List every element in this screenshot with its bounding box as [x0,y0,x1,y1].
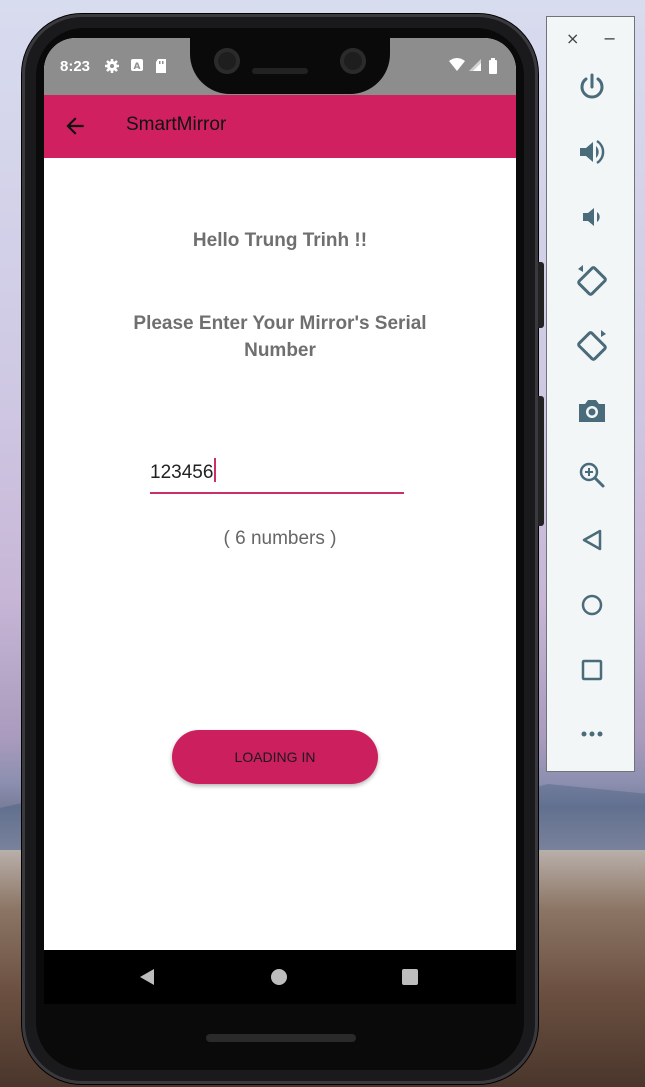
nav-home-icon[interactable] [268,966,290,988]
status-time: 8:23 [60,58,91,75]
system-nav-bar [44,950,516,1004]
serial-number-value[interactable]: 123456 [150,458,217,484]
emulator-controls-panel: × − [546,16,635,772]
app-title: SmartMirror [126,114,227,135]
greeting-text: Hello Trung Trinh !! [192,230,368,251]
cell-signal-icon [468,58,482,76]
status-bar: 8:23 A [44,38,516,95]
settings-status-icon [104,58,120,78]
serial-hint: ( 6 numbers ) [223,528,337,549]
phone-volume-rocker [538,396,544,526]
app-bar: SmartMirror [44,95,516,158]
rotate-right-icon[interactable] [572,326,612,366]
close-panel-button[interactable]: × [566,29,579,49]
camera-icon[interactable] [572,391,612,431]
text-caret [214,458,217,482]
loading-in-button[interactable]: LOADING IN [172,730,378,784]
device-screen: 8:23 A SmartMirror Hello Trung Trinh !! … [44,38,516,1004]
earpiece-speaker [252,68,308,74]
battery-icon [488,58,498,78]
volume-down-icon[interactable] [572,197,612,237]
home-indicator [206,1034,356,1042]
front-camera-left [214,48,240,74]
serial-prompt: Please Enter Your Mirror's Serial Number [133,313,427,361]
back-icon[interactable] [572,520,612,560]
panel-window-controls: × − [547,29,634,49]
serial-number-input[interactable]: 123456 [150,454,404,494]
zoom-icon[interactable] [572,455,612,495]
overview-icon[interactable] [572,650,612,690]
power-icon[interactable] [572,67,612,107]
phone-power-button [538,262,544,328]
svg-text:A: A [134,62,141,72]
minimize-panel-button[interactable]: − [603,29,616,49]
nav-overview-icon[interactable] [399,966,421,988]
more-icon[interactable] [572,714,612,754]
back-arrow-icon[interactable] [62,113,88,139]
camera-notch [190,38,390,94]
rotate-left-icon[interactable] [572,261,612,301]
home-icon[interactable] [572,585,612,625]
wifi-icon [448,58,466,76]
sd-card-status-icon [154,58,168,78]
text-a-status-icon: A [130,58,144,76]
volume-up-icon[interactable] [572,132,612,172]
nav-back-icon[interactable] [136,966,158,988]
front-camera-right [340,48,366,74]
